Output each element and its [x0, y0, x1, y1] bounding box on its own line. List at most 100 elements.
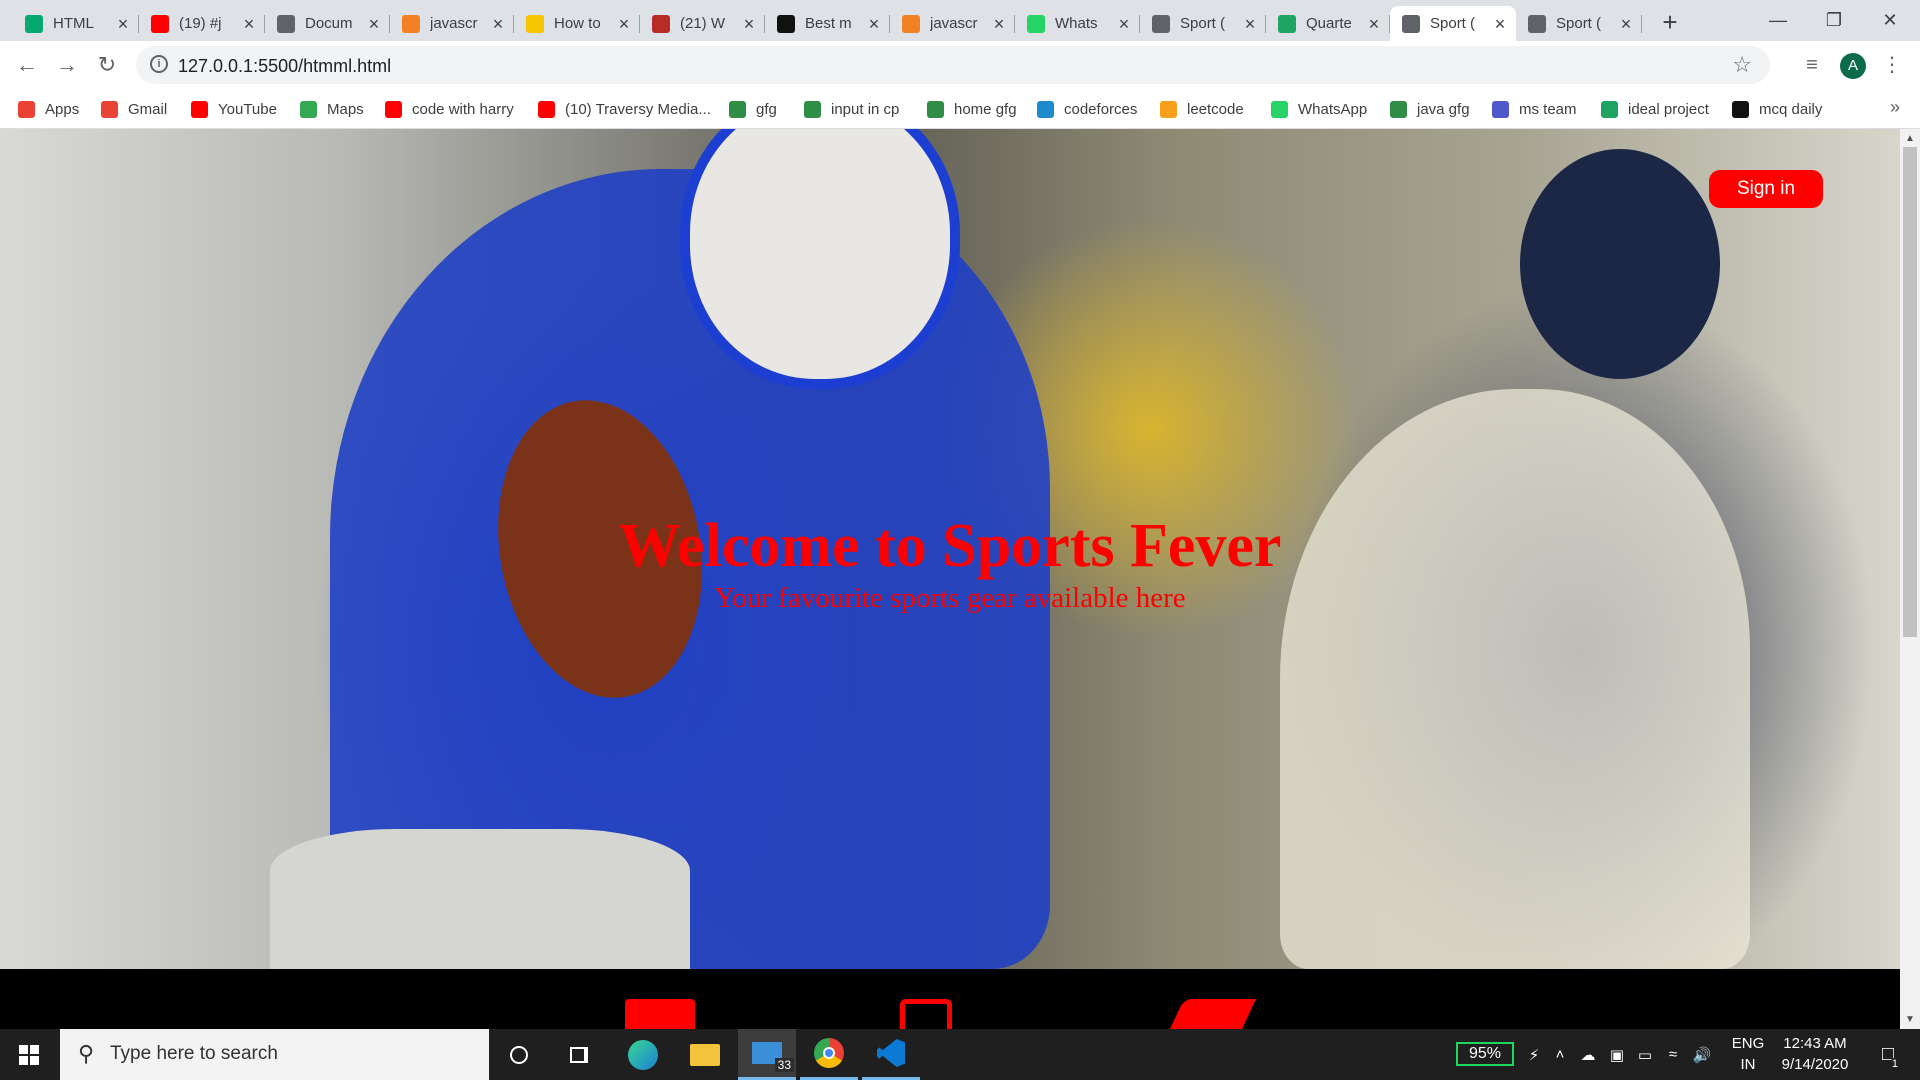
- bookmark-label: leetcode: [1187, 100, 1244, 118]
- site-info-icon[interactable]: i: [150, 55, 168, 73]
- bookmark-item[interactable]: codeforces: [1037, 98, 1137, 120]
- bookmark-item[interactable]: mcq daily: [1732, 98, 1822, 120]
- security-icon[interactable]: ▣: [1604, 1029, 1630, 1080]
- browser-tab[interactable]: Sport (×: [1516, 6, 1642, 41]
- system-clock[interactable]: 12:43 AM 9/14/2020: [1770, 1033, 1860, 1075]
- bookmark-label: Gmail: [128, 100, 168, 118]
- battery-percent[interactable]: 95%: [1456, 1042, 1514, 1066]
- chrome-icon[interactable]: [800, 1029, 858, 1080]
- cortana-icon[interactable]: [490, 1029, 548, 1080]
- stackoverflow-icon: [402, 14, 420, 33]
- tab-close-icon[interactable]: ×: [1242, 15, 1258, 33]
- bookmark-item[interactable]: code with harry: [385, 98, 514, 120]
- back-icon[interactable]: ←: [11, 49, 43, 81]
- browser-tab[interactable]: Best m ×: [765, 6, 890, 41]
- tab-title: How to: [554, 15, 601, 32]
- bookmark-item[interactable]: ms team: [1492, 98, 1577, 120]
- volume-icon[interactable]: 🔊: [1688, 1029, 1716, 1080]
- url-text[interactable]: 127.0.0.1:5500/htmml.html: [178, 56, 391, 77]
- task-view-icon[interactable]: [550, 1029, 608, 1080]
- sign-in-button[interactable]: Sign in: [1709, 170, 1823, 208]
- site-icon: [777, 14, 795, 33]
- tab-close-icon[interactable]: ×: [241, 15, 257, 33]
- page-scrollbar[interactable]: ▲ ▼: [1900, 129, 1920, 1029]
- restore-button[interactable]: ❐: [1806, 0, 1862, 41]
- browser-tab[interactable]: Whats ×: [1015, 6, 1140, 41]
- browser-tab[interactable]: Quarte ×: [1266, 6, 1390, 41]
- browser-tab[interactable]: HTML ×: [13, 6, 139, 41]
- tab-close-icon[interactable]: ×: [115, 15, 131, 33]
- vscode-icon[interactable]: [862, 1029, 920, 1080]
- bookmark-item[interactable]: input in cp: [804, 98, 899, 120]
- browser-tab[interactable]: javascr ×: [390, 6, 514, 41]
- globe-icon: [1528, 14, 1546, 33]
- edge-browser-icon[interactable]: [614, 1029, 672, 1080]
- tab-title: Docum: [305, 15, 353, 32]
- bookmark-item[interactable]: (10) Traversy Media...: [538, 98, 711, 120]
- bookmark-item[interactable]: WhatsApp: [1271, 98, 1367, 120]
- bookmark-item[interactable]: home gfg: [927, 98, 1017, 120]
- bookmark-label: home gfg: [954, 100, 1017, 118]
- wifi-icon[interactable]: ≈: [1660, 1029, 1686, 1080]
- address-bar[interactable]: i 127.0.0.1:5500/htmml.html ☆: [136, 46, 1770, 84]
- minimize-button[interactable]: —: [1750, 0, 1806, 41]
- tab-close-icon[interactable]: ×: [991, 15, 1007, 33]
- battery-icon[interactable]: ▭: [1632, 1029, 1658, 1080]
- gfg-icon: [927, 100, 944, 118]
- reload-icon[interactable]: ↻: [91, 49, 123, 81]
- file-explorer-icon[interactable]: [676, 1029, 734, 1080]
- browser-tab[interactable]: (19) #j ×: [139, 6, 265, 41]
- power-plug-icon[interactable]: ⚡: [1522, 1029, 1546, 1080]
- bookmark-item[interactable]: ideal project: [1601, 98, 1709, 120]
- whatsapp-icon: [1027, 14, 1045, 33]
- bookmark-item[interactable]: YouTube: [191, 98, 277, 120]
- bookmark-item[interactable]: java gfg: [1390, 98, 1470, 120]
- browser-tab[interactable]: javascr ×: [890, 6, 1015, 41]
- browser-tab[interactable]: (21) W ×: [640, 6, 765, 41]
- more-bookmarks-icon[interactable]: »: [1890, 97, 1900, 118]
- onedrive-cloud-icon[interactable]: ☁: [1574, 1029, 1602, 1080]
- menu-kebab-icon[interactable]: ⋮: [1876, 49, 1908, 81]
- browser-tab[interactable]: Docum ×: [265, 6, 390, 41]
- youtube-icon: [191, 100, 208, 118]
- tab-title: (21) W: [680, 15, 725, 32]
- browser-tab[interactable]: Sport (×: [1140, 6, 1266, 41]
- gfg-icon: [729, 100, 746, 118]
- profile-avatar[interactable]: A: [1840, 53, 1866, 79]
- show-hidden-icons-chevron[interactable]: ˄: [1548, 1029, 1572, 1080]
- input-language[interactable]: ENG IN: [1730, 1033, 1766, 1075]
- bookmark-item[interactable]: Maps: [300, 98, 364, 120]
- bookmark-item[interactable]: Apps: [18, 98, 79, 120]
- browser-tab[interactable]: Sport (×: [1390, 6, 1516, 41]
- globe-icon: [1152, 14, 1170, 33]
- scroll-down-icon[interactable]: ▼: [1905, 1014, 1915, 1025]
- taskbar-search-box[interactable]: ⚲ Type here to search: [60, 1029, 489, 1080]
- tab-close-icon[interactable]: ×: [1366, 15, 1382, 33]
- tab-close-icon[interactable]: ×: [741, 15, 757, 33]
- media-control-icon[interactable]: ≡: [1796, 49, 1828, 81]
- bookmark-label: gfg: [756, 100, 777, 118]
- tab-close-icon[interactable]: ×: [1618, 15, 1634, 33]
- action-center-icon[interactable]: □ 1: [1868, 1029, 1908, 1080]
- tab-close-icon[interactable]: ×: [366, 15, 382, 33]
- close-window-button[interactable]: ✕: [1862, 0, 1918, 41]
- tab-close-icon[interactable]: ×: [1116, 15, 1132, 33]
- bookmark-item[interactable]: Gmail: [101, 98, 167, 120]
- browser-tab[interactable]: How to ×: [514, 6, 640, 41]
- hero-heading: Welcome to Sports Fever: [618, 512, 1282, 580]
- tab-title: HTML: [53, 15, 94, 32]
- scrollbar-thumb[interactable]: [1903, 147, 1917, 637]
- scroll-up-icon[interactable]: ▲: [1905, 133, 1915, 144]
- tab-close-icon[interactable]: ×: [490, 15, 506, 33]
- bookmark-item[interactable]: gfg: [729, 98, 777, 120]
- bookmark-item[interactable]: leetcode: [1160, 98, 1244, 120]
- windows-start-button[interactable]: [0, 1029, 58, 1080]
- tab-close-icon[interactable]: ×: [1492, 15, 1508, 33]
- bookmark-star-icon[interactable]: ☆: [1732, 52, 1752, 78]
- tab-close-icon[interactable]: ×: [866, 15, 882, 33]
- tab-close-icon[interactable]: ×: [616, 15, 632, 33]
- tab-title: javascr: [930, 15, 978, 32]
- mail-app-icon[interactable]: 33: [738, 1029, 796, 1080]
- forward-icon[interactable]: →: [51, 49, 83, 81]
- new-tab-button[interactable]: +: [1656, 8, 1684, 36]
